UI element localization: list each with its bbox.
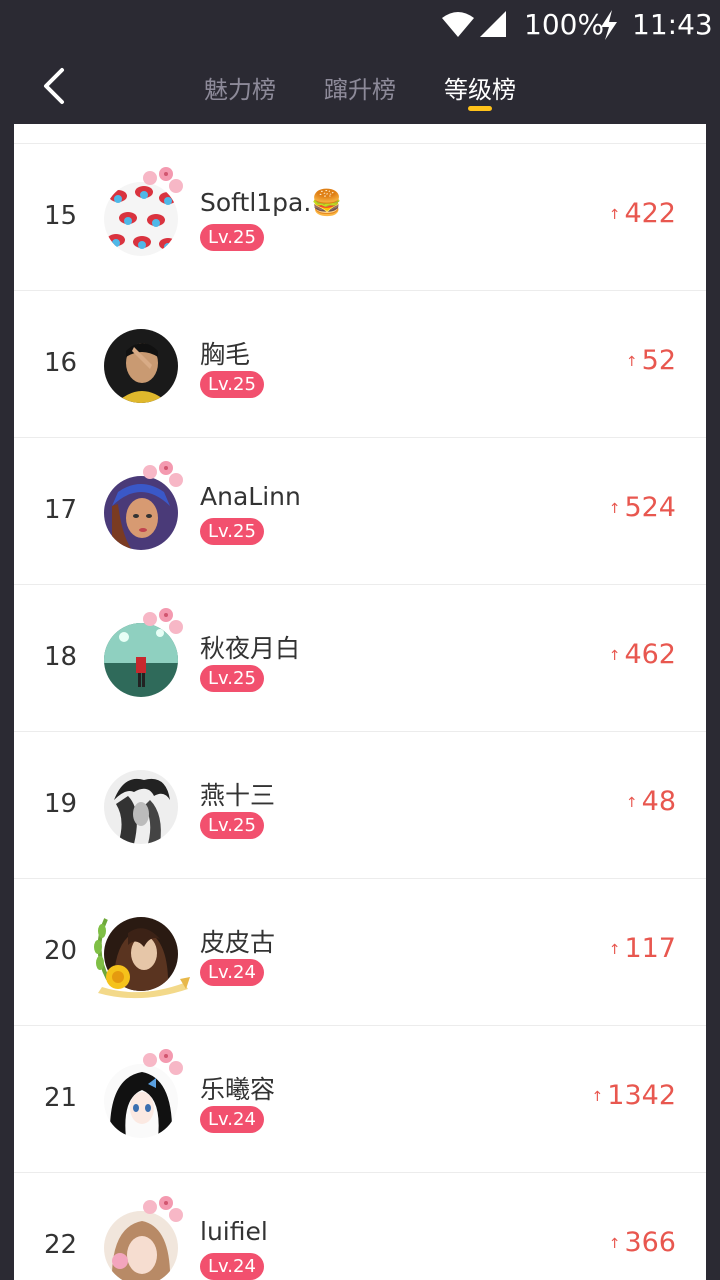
ranking-row[interactable]: 19 燕十三 Lv.25 ↑ 48: [14, 732, 706, 879]
rank-number: 21: [44, 1083, 78, 1113]
user-name: Softl1pa.🍔: [200, 188, 343, 217]
score-value: 48: [641, 786, 676, 817]
top-nav-bar: 魅力榜 蹿升榜 等级榜: [0, 50, 720, 124]
score: ↑ 366: [609, 1227, 676, 1258]
up-arrow-icon: ↑: [625, 353, 638, 370]
battery-percent: 100%: [524, 8, 605, 41]
portrait-avatar: [104, 329, 178, 403]
score-value: 462: [624, 639, 676, 670]
blossom-frame-icon: [143, 1196, 183, 1222]
ranking-row[interactable]: 18 秋夜月白 Lv.25 ↑ 462: [14, 585, 706, 732]
user-name: 秋夜月白: [200, 634, 301, 663]
user-name: 乐曦容: [200, 1075, 276, 1104]
tab-level[interactable]: 等级榜: [444, 70, 516, 105]
up-arrow-icon: ↑: [608, 206, 621, 223]
ranking-row[interactable]: 15 Softl1pa.🍔 Lv.25 ↑ 422: [14, 144, 706, 291]
user-name: 皮皮古: [200, 928, 276, 957]
charging-icon: [601, 10, 617, 40]
rank-number: 17: [44, 495, 78, 525]
rank-number: 20: [44, 936, 78, 966]
ranking-row[interactable]: 16 胸毛 Lv.25 ↑ 52: [14, 291, 706, 438]
level-badge: Lv.24: [200, 959, 264, 986]
score: ↑ 422: [609, 198, 676, 229]
signal-icon: [480, 11, 506, 37]
score: ↑ 48: [626, 786, 676, 817]
rank-number: 15: [44, 201, 78, 231]
score-value: 117: [624, 933, 676, 964]
tab-charm[interactable]: 魅力榜: [204, 70, 276, 105]
up-arrow-icon: ↑: [608, 1235, 621, 1252]
rank-number: 18: [44, 642, 78, 672]
avatar[interactable]: [104, 770, 178, 844]
ranking-row[interactable]: 20 皮皮古 Lv.24 ↑ 117: [14, 879, 706, 1026]
up-arrow-icon: ↑: [608, 941, 621, 958]
blossom-frame-icon: [143, 1049, 183, 1075]
rank-number: 22: [44, 1230, 78, 1260]
ranking-list: 15 Softl1pa.🍔 Lv.25 ↑ 422 16 胸毛 Lv.25 ↑ …: [14, 124, 706, 1280]
score-value: 422: [624, 198, 676, 229]
score: ↑ 462: [609, 639, 676, 670]
active-tab-indicator: [468, 106, 492, 111]
rank-number: 19: [44, 789, 78, 819]
score: ↑ 117: [609, 933, 676, 964]
level-badge: Lv.25: [200, 224, 264, 251]
blossom-frame-icon: [143, 461, 183, 487]
blossom-frame-icon: [143, 167, 183, 193]
up-arrow-icon: ↑: [608, 500, 621, 517]
score-value: 524: [624, 492, 676, 523]
up-arrow-icon: ↑: [625, 794, 638, 811]
ranking-row[interactable]: 21 乐曦容 Lv.24 ↑ 1342: [14, 1026, 706, 1173]
user-name: AnaLinn: [200, 482, 301, 511]
score: ↑ 524: [609, 492, 676, 523]
status-bar: 100% 11:43: [0, 0, 720, 50]
blossom-frame-icon: [143, 608, 183, 634]
score-value: 1342: [607, 1080, 676, 1111]
wifi-icon: [442, 12, 474, 37]
tab-rising[interactable]: 蹿升榜: [324, 70, 396, 105]
level-badge: Lv.25: [200, 518, 264, 545]
ranking-row[interactable]: 22 luifiel Lv.24 ↑ 366: [14, 1173, 706, 1280]
level-badge: Lv.24: [200, 1253, 264, 1280]
level-badge: Lv.25: [200, 371, 264, 398]
ranking-row[interactable]: 17 AnaLinn Lv.25 ↑ 524: [14, 438, 706, 585]
user-name: 燕十三: [200, 781, 276, 810]
user-name: luifiel: [200, 1217, 268, 1246]
user-name: 胸毛: [200, 340, 251, 369]
score: ↑ 1342: [592, 1080, 676, 1111]
score-value: 366: [624, 1227, 676, 1258]
laurel-frame-icon: [94, 918, 190, 999]
level-badge: Lv.25: [200, 665, 264, 692]
score-value: 52: [641, 345, 676, 376]
level-badge: Lv.24: [200, 1106, 264, 1133]
level-badge: Lv.25: [200, 812, 264, 839]
score: ↑ 52: [626, 345, 676, 376]
clock: 11:43: [632, 8, 713, 41]
rank-number: 16: [44, 348, 78, 378]
avatar[interactable]: [104, 329, 178, 403]
up-arrow-icon: ↑: [608, 647, 621, 664]
back-arrow-icon[interactable]: [36, 66, 76, 106]
up-arrow-icon: ↑: [591, 1088, 604, 1105]
sketch-avatar: [104, 770, 178, 844]
